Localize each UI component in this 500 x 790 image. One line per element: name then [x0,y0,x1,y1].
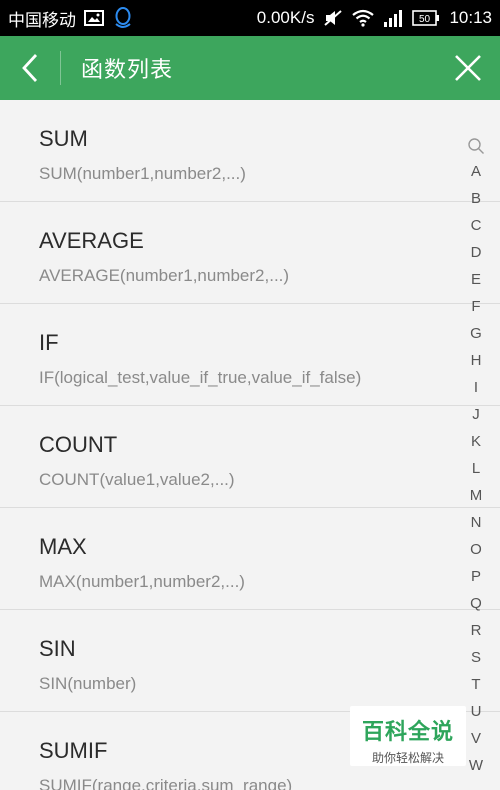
function-list: SUM SUM(number1,number2,...) AVERAGE AVE… [0,100,500,790]
screen: 中国移动 0.00K/s 50 10:13 函数列表 SUM SUM(numbe… [0,0,500,790]
index-letter[interactable]: G [470,320,482,347]
header-divider [60,51,61,85]
index-letter[interactable]: L [472,455,480,482]
watermark-badge: 百科全说 助你轻松解决 [350,706,466,766]
function-item[interactable]: SUM SUM(number1,number2,...) [0,100,500,202]
close-icon [455,55,481,81]
function-syntax: SUMIF(range,criteria,sum_range) [39,776,293,790]
battery-level: 50 [419,14,431,25]
index-letter[interactable]: O [470,536,482,563]
clock: 10:13 [449,8,492,27]
function-syntax: MAX(number1,number2,...) [39,572,245,591]
status-bar: 中国移动 0.00K/s 50 10:13 [0,0,500,36]
index-letter[interactable]: M [470,482,483,509]
function-syntax: AVERAGE(number1,number2,...) [39,266,290,285]
watermark-subtitle: 助你轻松解决 [371,751,444,765]
close-button[interactable] [436,36,500,100]
function-name: AVERAGE [39,228,144,253]
back-button[interactable] [0,36,60,100]
function-item[interactable]: IF IF(logical_test,value_if_true,value_i… [0,304,500,406]
index-letter[interactable]: V [471,725,481,752]
index-letter[interactable]: S [471,644,481,671]
index-letter[interactable]: Q [470,590,482,617]
page-title: 函数列表 [81,57,174,82]
index-letter[interactable]: R [471,617,482,644]
function-syntax: SUM(number1,number2,...) [39,164,246,183]
wifi-icon [352,9,375,27]
qq-icon [112,6,134,30]
index-letter[interactable]: C [471,212,482,239]
index-letter[interactable]: U [471,698,482,725]
function-name: COUNT [39,432,118,457]
mute-icon [323,9,343,27]
network-speed: 0.00K/s [256,8,315,27]
function-name: SIN [39,636,76,661]
index-letter[interactable]: P [471,563,481,590]
function-name: IF [39,330,59,355]
index-letter[interactable]: T [471,671,480,698]
function-item[interactable]: AVERAGE AVERAGE(number1,number2,...) [0,202,500,304]
function-name: MAX [39,534,87,559]
search-icon [468,138,484,154]
index-letter[interactable]: K [471,428,481,455]
index-letter[interactable]: H [471,347,482,374]
index-letter[interactable]: I [474,374,478,401]
function-syntax: IF(logical_test,value_if_true,value_if_f… [39,368,362,387]
index-letter[interactable]: B [471,185,481,212]
function-name: SUMIF [39,738,108,763]
index-letter[interactable]: E [471,266,481,293]
header-bar: 函数列表 [0,36,500,100]
signal-icon [383,9,403,27]
function-item[interactable]: SIN SIN(number) [0,610,500,712]
chevron-left-icon [22,54,38,82]
index-letter[interactable]: N [471,509,482,536]
index-letter[interactable]: D [471,239,482,266]
battery-icon: 50 [412,10,440,26]
function-name: SUM [39,126,88,151]
image-icon [84,10,104,26]
index-letter[interactable]: J [472,401,480,428]
watermark-title: 百科全说 [361,719,454,744]
carrier-label: 中国移动 [8,10,76,30]
alphabet-index[interactable]: ABCDEFGHIJKLMNOPQRSTUVW [465,134,487,779]
index-letter[interactable]: W [469,752,483,779]
index-letter[interactable]: F [471,293,480,320]
function-item[interactable]: MAX MAX(number1,number2,...) [0,508,500,610]
index-search-button[interactable] [467,134,485,158]
function-syntax: COUNT(value1,value2,...) [39,470,235,489]
index-letter[interactable]: A [471,158,481,185]
function-syntax: SIN(number) [39,674,137,693]
function-item[interactable]: COUNT COUNT(value1,value2,...) [0,406,500,508]
